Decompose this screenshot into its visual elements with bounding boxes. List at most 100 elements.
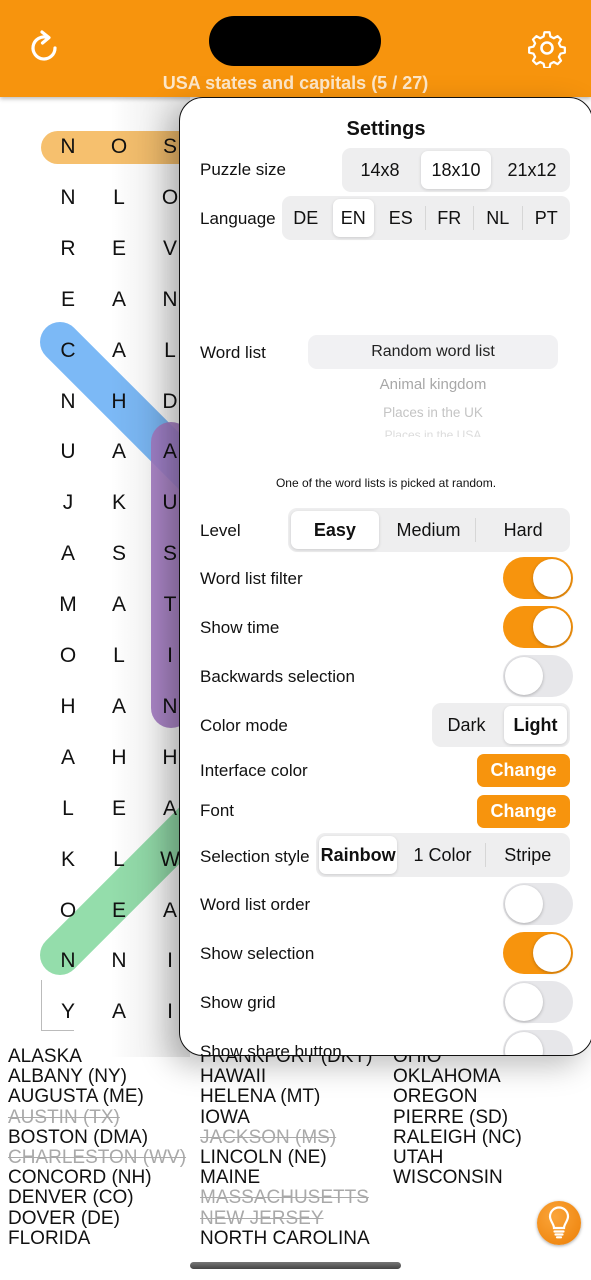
- color-mode-segmented: Dark Light: [432, 703, 570, 747]
- grid-cell[interactable]: L: [99, 636, 139, 676]
- show-grid-toggle[interactable]: [503, 981, 573, 1023]
- word-list-item: IOWA: [200, 1106, 250, 1128]
- puzzle-size-label: Puzzle size: [200, 160, 286, 179]
- word-list-item: NORTH CAROLINA: [200, 1227, 370, 1249]
- grid-cell[interactable]: H: [99, 382, 139, 422]
- grid-cell[interactable]: A: [48, 738, 88, 778]
- grid-cell[interactable]: S: [99, 534, 139, 574]
- word-list-filter-label: Word list filter: [200, 569, 303, 588]
- grid-cell[interactable]: J: [48, 483, 88, 523]
- grid-cell[interactable]: A: [99, 585, 139, 625]
- grid-cell[interactable]: N: [48, 941, 88, 981]
- word-list-item: OKLAHOMA: [393, 1066, 501, 1088]
- home-indicator[interactable]: [190, 1262, 401, 1269]
- word-list-item: HELENA (MT): [200, 1086, 321, 1108]
- grid-cell[interactable]: A: [99, 687, 139, 727]
- language-label: Language: [200, 209, 276, 228]
- word-list-option-random[interactable]: Random word list: [308, 343, 558, 361]
- word-list-item: FLORIDA: [8, 1227, 91, 1249]
- language-es[interactable]: ES: [380, 199, 422, 237]
- grid-cell[interactable]: A: [99, 331, 139, 371]
- grid-cell[interactable]: Y: [48, 992, 88, 1032]
- grid-cell[interactable]: U: [48, 432, 88, 472]
- grid-cell[interactable]: A: [99, 280, 139, 320]
- gear-icon: [528, 31, 566, 70]
- word-list-option-places-uk[interactable]: Places in the UK: [308, 405, 558, 420]
- selection-style-rainbow[interactable]: Rainbow: [319, 836, 398, 874]
- font-label: Font: [200, 801, 235, 820]
- grid-cell[interactable]: E: [99, 789, 139, 829]
- grid-cell[interactable]: A: [99, 992, 139, 1032]
- grid-cell[interactable]: O: [48, 891, 88, 931]
- word-list-filter-toggle[interactable]: [503, 557, 573, 599]
- word-list-item: PIERRE (SD): [393, 1106, 509, 1128]
- color-mode-dark[interactable]: Dark: [435, 706, 498, 744]
- selection-style-1-color[interactable]: 1 Color: [403, 836, 481, 874]
- show-time-label: Show time: [200, 618, 280, 637]
- level-easy[interactable]: Easy: [291, 511, 379, 549]
- grid-cell[interactable]: L: [99, 840, 139, 880]
- word-list-item: MASSACHUSETTS: [200, 1187, 369, 1209]
- level-hard[interactable]: Hard: [479, 511, 567, 549]
- puzzle-size-14x8[interactable]: 14x8: [345, 151, 415, 189]
- puzzle-size-18x10[interactable]: 18x10: [421, 151, 491, 189]
- word-list-item: RALEIGH (NC): [393, 1126, 522, 1148]
- grid-cell[interactable]: H: [48, 687, 88, 727]
- show-selection-label: Show selection: [200, 944, 315, 963]
- grid-cell[interactable]: L: [99, 178, 139, 218]
- word-list-column-2: FRANKFORT (DKY) HAWAII HELENA (MT) IOWA JACK…: [200, 1046, 372, 1249]
- grid-cell[interactable]: E: [99, 891, 139, 931]
- level-segmented: Easy Medium Hard: [288, 508, 570, 552]
- grid-cell[interactable]: L: [48, 789, 88, 829]
- settings-button[interactable]: [527, 28, 567, 70]
- grid-cell[interactable]: H: [99, 738, 139, 778]
- word-list-item: BOSTON (DMA): [8, 1126, 149, 1148]
- language-en[interactable]: EN: [332, 199, 374, 237]
- interface-color-change-button[interactable]: Change: [477, 754, 570, 787]
- word-list-item: CHARLESTON (WV): [8, 1147, 187, 1169]
- word-list-option-animal-kingdom[interactable]: Animal kingdom: [308, 376, 558, 393]
- show-selection-toggle[interactable]: [503, 932, 573, 974]
- grid-cell[interactable]: K: [99, 483, 139, 523]
- selection-style-stripe[interactable]: Stripe: [489, 836, 567, 874]
- grid-cell[interactable]: A: [99, 432, 139, 472]
- show-time-toggle[interactable]: [503, 606, 573, 648]
- grid-cell[interactable]: N: [48, 178, 88, 218]
- language-nl[interactable]: NL: [477, 199, 519, 237]
- grid-cell[interactable]: A: [48, 534, 88, 574]
- grid-cell[interactable]: M: [48, 585, 88, 625]
- word-list-order-toggle[interactable]: [503, 883, 573, 925]
- hint-button[interactable]: [537, 1201, 581, 1245]
- word-list-option-places-usa[interactable]: Places in the USA: [308, 428, 558, 437]
- word-list-order-label: Word list order: [200, 895, 311, 914]
- language-fr[interactable]: FR: [429, 199, 471, 237]
- level-medium[interactable]: Medium: [385, 511, 473, 549]
- puzzle-size-segmented: 14x8 18x10 21x12: [342, 148, 570, 192]
- word-list-item: WISCONSIN: [393, 1167, 503, 1189]
- selection-style-segmented: Rainbow 1 Color Stripe: [316, 833, 570, 877]
- language-pt[interactable]: PT: [526, 199, 568, 237]
- grid-cell[interactable]: C: [48, 331, 88, 371]
- grid-cell[interactable]: R: [48, 229, 88, 269]
- grid-cell[interactable]: O: [99, 127, 139, 167]
- grid-cell[interactable]: K: [48, 840, 88, 880]
- backwards-selection-toggle[interactable]: [503, 655, 573, 697]
- word-list-item: CONCORD (NH): [8, 1167, 152, 1189]
- show-grid-label: Show grid: [200, 993, 276, 1012]
- color-mode-light[interactable]: Light: [504, 706, 567, 744]
- word-list-item: AUSTIN (TX): [8, 1106, 120, 1128]
- lightbulb-icon: [548, 1206, 570, 1239]
- grid-cell[interactable]: E: [48, 280, 88, 320]
- grid-cell[interactable]: O: [48, 636, 88, 676]
- language-de[interactable]: DE: [285, 199, 327, 237]
- puzzle-grid[interactable]: NNRECNUJAMOHALKONYOLEAAHAKSALAHELENASOVN…: [0, 0, 230, 1040]
- grid-cell[interactable]: N: [48, 382, 88, 422]
- selection-style-label: Selection style: [200, 847, 310, 866]
- font-change-button[interactable]: Change: [477, 795, 570, 828]
- grid-cell[interactable]: E: [99, 229, 139, 269]
- word-list-label: Word list: [200, 343, 266, 362]
- grid-cell[interactable]: N: [99, 941, 139, 981]
- show-share-button-toggle[interactable]: [503, 1030, 573, 1055]
- puzzle-size-21x12[interactable]: 21x12: [497, 151, 567, 189]
- grid-cell[interactable]: N: [48, 127, 88, 167]
